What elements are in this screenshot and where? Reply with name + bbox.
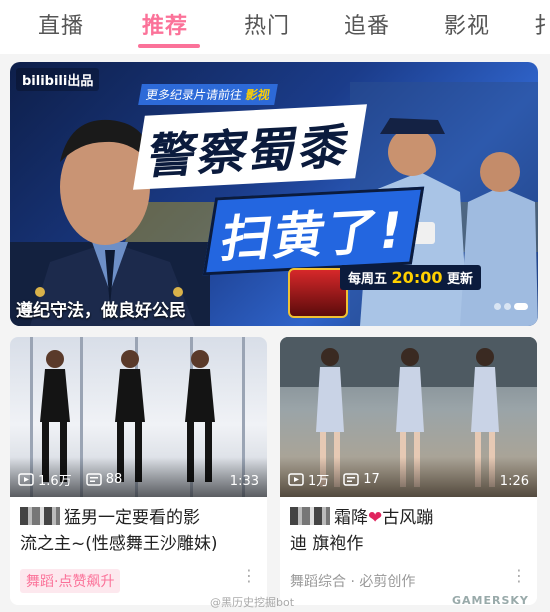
video-thumbnail[interactable]: 1万 17 1:26 xyxy=(280,337,537,497)
tab-live[interactable]: 直播 xyxy=(38,8,84,40)
video-card[interactable]: 1万 17 1:26 霜降❤古风蹦 迪 旗袍作 舞蹈综合 · 必剪创作 ⋮ xyxy=(280,337,537,605)
tab-hot[interactable]: 热门 xyxy=(244,8,290,40)
video-card[interactable]: 1.6万 88 1:33 猛男一定要看的影 流之主~(性感舞王沙雕妹) 舞蹈·点… xyxy=(10,337,267,605)
video-title[interactable]: 猛男一定要看的影 流之主~(性感舞王沙雕妹) xyxy=(10,497,267,561)
view-count: 1万 xyxy=(288,470,329,489)
video-title-part: 霜降 xyxy=(334,508,368,528)
heart-icon: ❤ xyxy=(368,508,383,528)
top-tab-bar: 直播 推荐 热门 追番 影视 扌 xyxy=(0,0,550,54)
site-watermark: GAMERSKY xyxy=(452,594,529,607)
banner-caption: 遵纪守法，做良好公民 xyxy=(16,301,186,321)
banner-topline: 更多纪录片请前往 影视 xyxy=(138,84,278,105)
danmaku-count-text: 17 xyxy=(363,472,380,487)
carousel-dots xyxy=(491,295,528,314)
video-thumbnail[interactable]: 1.6万 88 1:33 xyxy=(10,337,267,497)
video-title-part: 迪 旗袍作 xyxy=(290,534,364,554)
tab-bangumi[interactable]: 追番 xyxy=(344,8,390,40)
video-tag[interactable]: 舞蹈·点赞飙升 xyxy=(20,569,121,593)
carousel-dot-active[interactable] xyxy=(514,303,528,310)
play-count-icon xyxy=(18,473,34,486)
banner-topline-text: 更多纪录片请前往 xyxy=(144,88,244,102)
tab-overflow[interactable]: 扌 xyxy=(534,8,550,40)
banner-topline-strong: 影视 xyxy=(244,88,272,102)
danmaku-icon xyxy=(85,473,102,486)
censored-mosaic xyxy=(20,507,60,525)
schedule-day: 每周五 xyxy=(348,272,388,287)
play-count-icon xyxy=(288,473,304,486)
more-options-icon[interactable]: ⋮ xyxy=(241,568,257,584)
danmaku-count: 88 xyxy=(85,472,123,487)
schedule-badge: 每周五 20:00 更新 xyxy=(340,265,482,290)
video-duration: 1:33 xyxy=(229,474,259,489)
weibo-watermark: @黑历史挖掘bot xyxy=(210,596,295,609)
schedule-suffix: 更新 xyxy=(447,272,474,287)
danmaku-count-text: 88 xyxy=(105,472,123,487)
more-options-icon[interactable]: ⋮ xyxy=(511,568,527,584)
video-stats: 1万 17 xyxy=(288,470,394,489)
active-tab-indicator xyxy=(138,44,200,48)
promo-banner[interactable]: bilibili出品 更多纪录片请前往 影视 警察蜀黍 扫黄了! 每周五 20:… xyxy=(10,62,538,326)
banner-title-line2: 扫黄了! xyxy=(202,186,425,276)
show-emblem-icon xyxy=(288,268,348,318)
danmaku-count: 17 xyxy=(343,472,380,487)
bilibili-brand-logo: bilibili出品 xyxy=(16,68,100,91)
danmaku-icon xyxy=(343,473,360,486)
schedule-time: 20:00 xyxy=(391,268,443,287)
video-title-part: 猛男一定要看的影 xyxy=(64,508,200,528)
view-count: 1.6万 xyxy=(18,470,72,489)
tab-recommend[interactable]: 推荐 xyxy=(142,8,188,40)
video-title[interactable]: 霜降❤古风蹦 迪 旗袍作 xyxy=(280,497,537,561)
view-count-text: 1万 xyxy=(308,474,330,489)
video-stats: 1.6万 88 xyxy=(18,470,136,489)
tab-movies[interactable]: 影视 xyxy=(444,8,490,40)
view-count-text: 1.6万 xyxy=(38,474,72,489)
video-title-part: 古风蹦 xyxy=(382,508,434,528)
video-duration: 1:26 xyxy=(499,474,529,489)
banner-title-line1: 警察蜀黍 xyxy=(133,104,368,190)
censored-mosaic xyxy=(290,507,330,525)
carousel-dot[interactable] xyxy=(494,303,501,310)
video-tag[interactable]: 舞蹈综合 · 必剪创作 xyxy=(290,569,421,593)
carousel-dot[interactable] xyxy=(504,303,511,310)
video-title-part: 流之主~(性感舞王沙雕妹) xyxy=(20,534,218,554)
